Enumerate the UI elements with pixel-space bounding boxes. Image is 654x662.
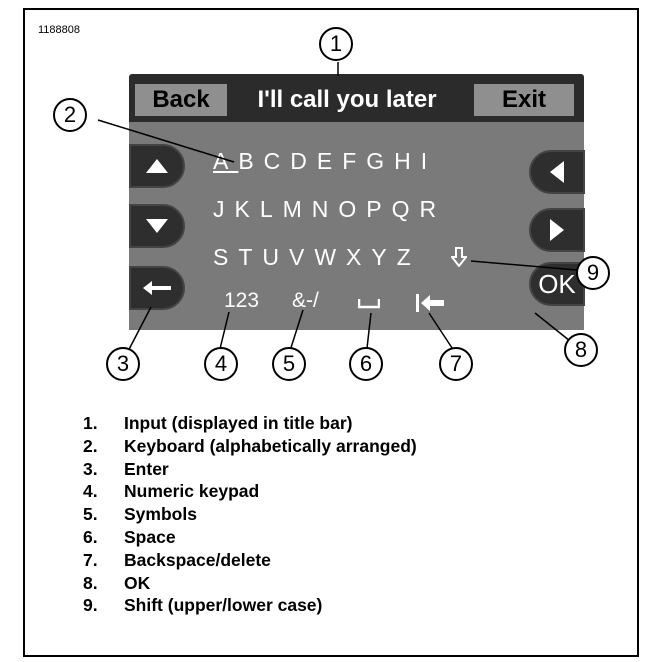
down-arrow-icon <box>146 219 168 233</box>
right-arrow-icon <box>550 219 564 241</box>
legend-item-5: 5. Symbols <box>83 504 197 525</box>
legend-item-2: 2. Keyboard (alphabetically arranged) <box>83 435 417 456</box>
legend-item-4: 4. Numeric keypad <box>83 481 260 502</box>
figure-id: 1188808 <box>38 24 81 36</box>
callout-6: 6 <box>349 347 383 381</box>
legend-item-6: 6. Space <box>83 526 176 547</box>
figure-frame: 1188808 Back I'll call you later Exit OK… <box>23 8 639 657</box>
shift-icon[interactable] <box>451 247 467 267</box>
legend-item-1: 1. Input (displayed in title bar) <box>83 413 353 433</box>
legend-list: 1. Input (displayed in title bar) 2. Keybo… <box>63 412 417 617</box>
enter-icon <box>143 281 171 295</box>
callout-2: 2 <box>53 98 87 132</box>
up-arrow-icon <box>146 159 168 173</box>
legend-item-9: 9. Shift (upper/lower case) <box>83 595 323 616</box>
callout-3: 3 <box>106 347 140 381</box>
left-arrow-icon <box>550 161 564 183</box>
exit-button[interactable]: Exit <box>474 84 574 116</box>
row-1-rest[interactable]: BCDEFGHI <box>238 148 437 174</box>
numeric-keypad-key[interactable]: 123 <box>224 289 259 313</box>
callout-5: 5 <box>272 347 306 381</box>
keyboard-row-2[interactable]: JKLMNOPQR <box>213 196 446 223</box>
legend-item-8: 8. OK <box>83 572 151 593</box>
legend-item-7: 7. Backspace/delete <box>83 549 271 570</box>
up-arrow-button[interactable] <box>129 144 185 188</box>
callout-9: 9 <box>576 256 610 290</box>
left-arrow-button[interactable] <box>529 150 585 194</box>
legend-item-3: 3. Enter <box>83 458 169 479</box>
back-button[interactable]: Back <box>135 84 227 116</box>
callout-4: 4 <box>204 347 238 381</box>
space-icon[interactable] <box>358 297 380 309</box>
keyboard-row-1[interactable]: ABCDEFGHI <box>213 148 437 175</box>
keyboard-row-3[interactable]: STUVWXYZ <box>213 244 421 271</box>
right-arrow-button[interactable] <box>529 208 585 252</box>
title-input: I'll call you later <box>257 86 437 113</box>
callout-7: 7 <box>439 347 473 381</box>
callout-8: 8 <box>564 333 598 367</box>
symbols-key[interactable]: &-/ <box>292 289 319 313</box>
callout-1: 1 <box>319 27 353 61</box>
keyboard-screen: Back I'll call you later Exit OK ABCDEFG… <box>129 74 585 330</box>
down-arrow-button[interactable] <box>129 204 185 248</box>
selected-key[interactable]: A <box>213 148 238 174</box>
keyboard-area: OK ABCDEFGHI JKLMNOPQR STUVWXYZ 123 &-/ <box>129 122 585 330</box>
backspace-icon[interactable] <box>416 293 444 313</box>
enter-button[interactable] <box>129 266 185 310</box>
